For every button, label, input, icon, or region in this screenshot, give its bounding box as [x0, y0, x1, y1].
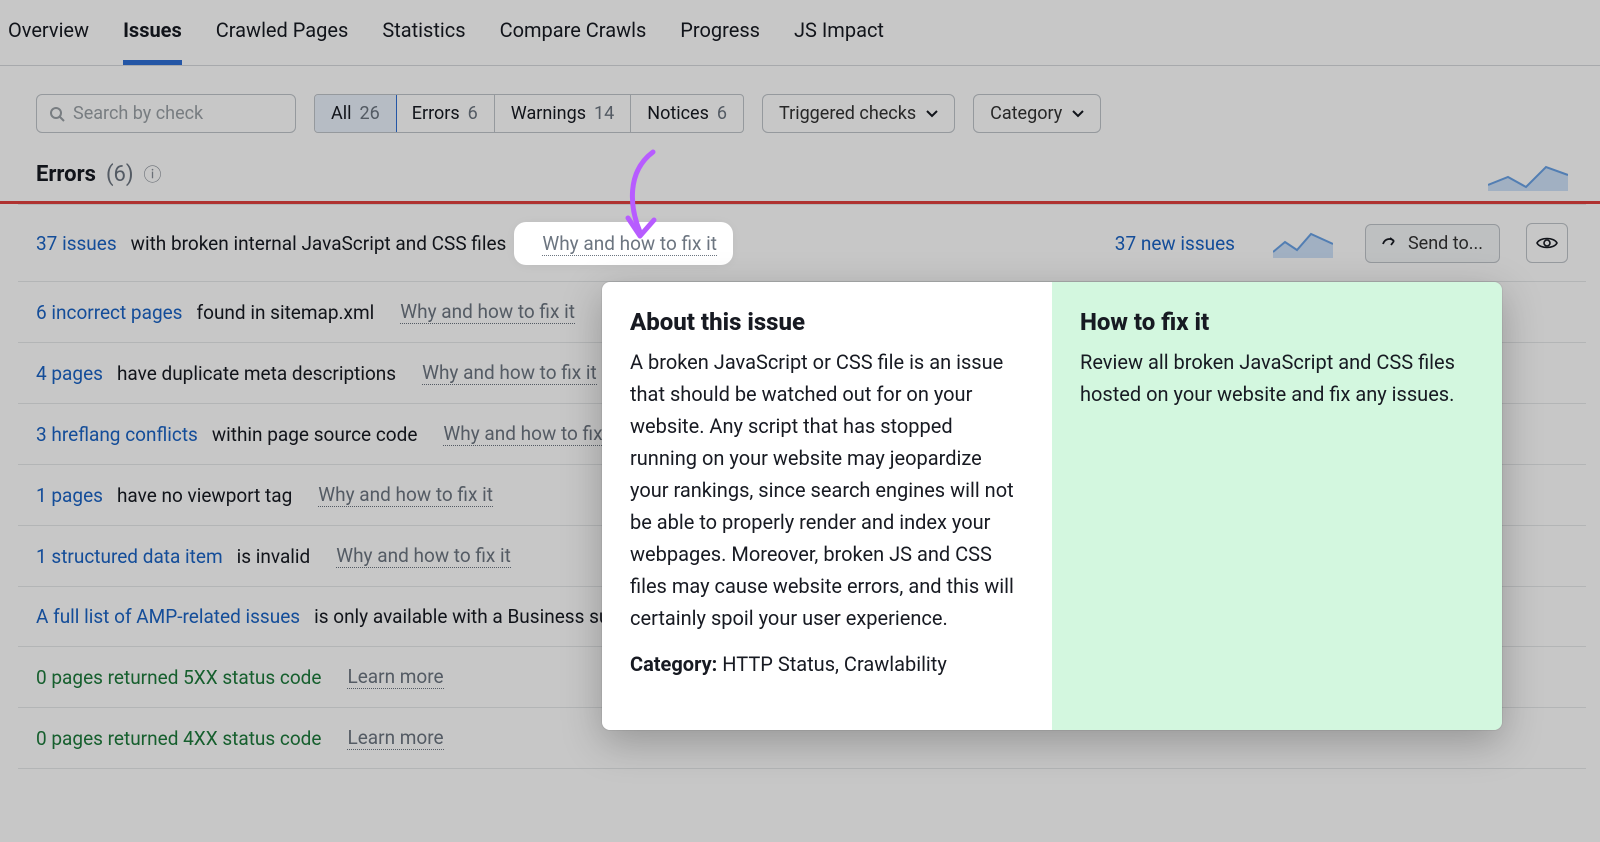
issue-text: have duplicate meta descriptions: [117, 362, 396, 385]
issue-link[interactable]: 37 issues: [36, 232, 117, 255]
issue-text: have no viewport tag: [117, 484, 292, 507]
issue-link[interactable]: A full list of AMP-related issues: [36, 605, 300, 628]
tab-statistics[interactable]: Statistics: [382, 18, 465, 65]
issue-link[interactable]: 1 structured data item: [36, 545, 223, 568]
main-tabs: Overview Issues Crawled Pages Statistics…: [0, 0, 1600, 66]
search-input[interactable]: Search by check: [36, 94, 296, 133]
eye-icon: [1536, 236, 1558, 250]
why-and-how-link[interactable]: Why and how to fix it: [422, 361, 597, 385]
about-category: Category: HTTP Status, Crawlability: [630, 652, 1024, 676]
issue-text: found in sitemap.xml: [197, 301, 375, 324]
why-and-how-link[interactable]: Why and how to fix it: [336, 544, 511, 568]
hide-button[interactable]: [1526, 223, 1568, 263]
issue-link[interactable]: 0 pages returned 5XX status code: [36, 666, 321, 689]
issue-link[interactable]: 3 hreflang conflicts: [36, 423, 198, 446]
tab-issues[interactable]: Issues: [123, 18, 182, 65]
chevron-down-icon: [1072, 110, 1084, 118]
send-icon: [1382, 236, 1398, 250]
issue-row-broken-js-css: 37 issues with broken internal JavaScrip…: [18, 205, 1586, 282]
filter-all[interactable]: All 26: [314, 94, 397, 133]
new-issues-link[interactable]: 37 new issues: [1115, 232, 1235, 255]
why-and-how-link[interactable]: Why and how to fix it: [318, 483, 493, 507]
fix-title: How to fix it: [1080, 308, 1474, 336]
learn-more-link[interactable]: Learn more: [347, 665, 443, 689]
why-and-how-link[interactable]: Why and how to fix it: [443, 422, 618, 446]
sparkline-overview: [1488, 157, 1568, 191]
search-icon: [49, 106, 65, 122]
info-icon[interactable]: ⓘ: [144, 161, 162, 187]
tab-compare-crawls[interactable]: Compare Crawls: [500, 18, 647, 65]
category-dropdown[interactable]: Category: [973, 94, 1101, 133]
issue-text: is invalid: [237, 545, 311, 568]
search-placeholder: Search by check: [73, 103, 203, 124]
send-to-button[interactable]: Send to...: [1365, 224, 1500, 263]
about-title: About this issue: [630, 308, 1024, 336]
issue-help-popover: About this issue A broken JavaScript or …: [602, 282, 1502, 730]
about-body: A broken JavaScript or CSS file is an is…: [630, 346, 1024, 634]
filter-segmented: All 26 Errors 6 Warnings 14 Notices 6: [314, 94, 744, 133]
why-and-how-link[interactable]: Why and how to fix it: [400, 300, 575, 324]
filter-notices[interactable]: Notices 6: [631, 95, 743, 132]
issue-link[interactable]: 6 incorrect pages: [36, 301, 183, 324]
issue-link[interactable]: 1 pages: [36, 484, 103, 507]
filter-errors[interactable]: Errors 6: [396, 95, 495, 132]
section-count: (6): [106, 162, 134, 187]
triggered-checks-dropdown[interactable]: Triggered checks: [762, 94, 955, 133]
chevron-down-icon: [926, 110, 938, 118]
filter-warnings[interactable]: Warnings 14: [495, 95, 631, 132]
tab-progress[interactable]: Progress: [680, 18, 760, 65]
section-title: Errors: [36, 162, 96, 187]
issue-link[interactable]: 4 pages: [36, 362, 103, 385]
issue-text: within page source code: [212, 423, 418, 446]
tab-js-impact[interactable]: JS Impact: [794, 18, 884, 65]
tab-crawled-pages[interactable]: Crawled Pages: [216, 18, 349, 65]
fix-body: Review all broken JavaScript and CSS fil…: [1080, 346, 1474, 410]
annotation-arrow: [616, 148, 672, 248]
learn-more-link[interactable]: Learn more: [347, 726, 443, 750]
issue-link[interactable]: 0 pages returned 4XX status code: [36, 727, 321, 750]
issue-text: with broken internal JavaScript and CSS …: [131, 232, 507, 255]
tab-overview[interactable]: Overview: [8, 18, 89, 65]
sparkline-icon: [1273, 228, 1333, 258]
